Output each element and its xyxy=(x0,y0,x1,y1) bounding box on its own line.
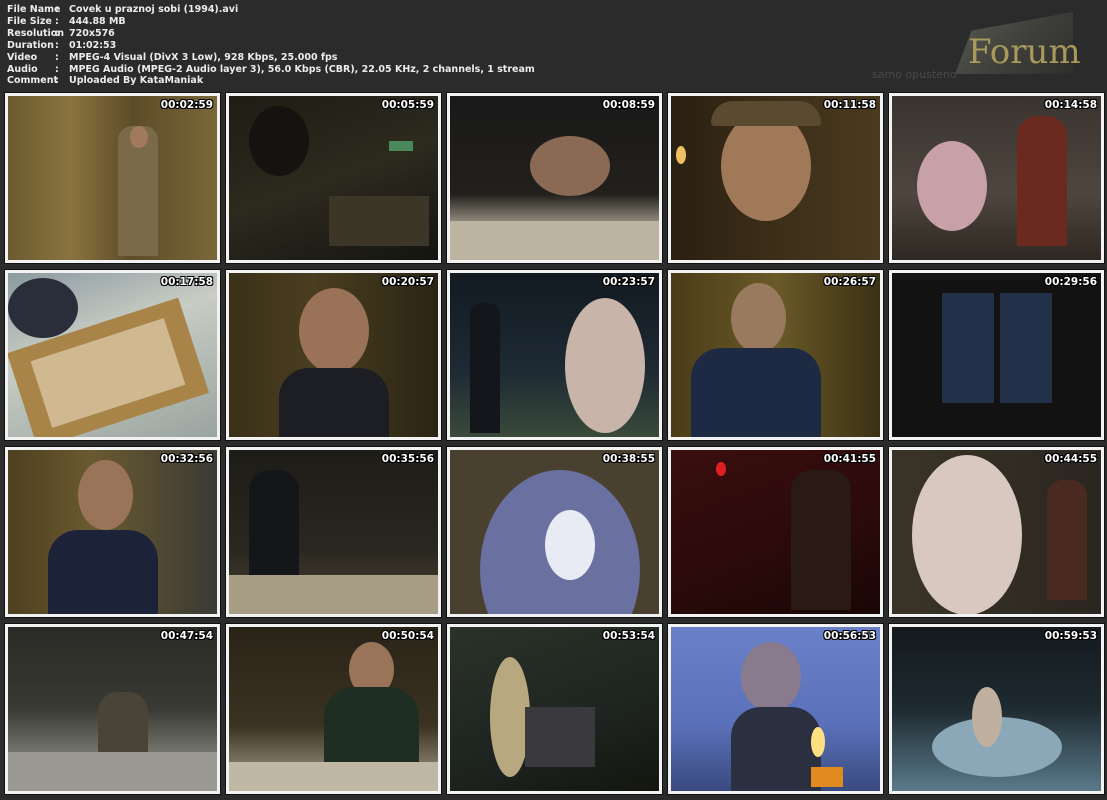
info-row-video: Video : MPEG-4 Visual (DivX 3 Low), 928 … xyxy=(7,52,535,64)
info-key: File Name xyxy=(7,4,61,15)
thumbnail-frame: 00:11:58 xyxy=(671,96,880,260)
thumbnail: 00:17:58 xyxy=(4,269,221,441)
timestamp: 00:44:55 xyxy=(1044,453,1097,465)
info-separator: : xyxy=(55,27,59,39)
info-key: Video xyxy=(7,51,38,63)
timestamp: 00:23:57 xyxy=(602,276,655,288)
info-separator: : xyxy=(55,63,59,75)
info-key: Resolution xyxy=(7,27,65,39)
info-separator: : xyxy=(55,75,59,87)
info-row-comment: Comment : Uploaded By KataManiak xyxy=(7,75,535,87)
info-value: 720x576 xyxy=(69,27,115,39)
timestamp: 00:35:56 xyxy=(381,453,434,465)
timestamp: 00:11:58 xyxy=(823,99,876,111)
info-row-filesize: File Size : 444.88 MB xyxy=(7,16,535,28)
info-key: Duration xyxy=(7,39,54,51)
timestamp: 00:17:58 xyxy=(160,276,213,288)
timestamp: 00:53:54 xyxy=(602,630,655,642)
timestamp: 00:56:53 xyxy=(823,630,876,642)
thumbnail-grid: 00:02:59 00:05:59 00:08:59 00:11:58 00:1… xyxy=(4,92,1105,795)
thumbnail-frame: 00:20:57 xyxy=(229,273,438,437)
info-separator: : xyxy=(55,51,59,63)
info-value: Uploaded By KataManiak xyxy=(69,75,204,87)
thumbnail: 00:26:57 xyxy=(667,269,884,441)
timestamp: 00:50:54 xyxy=(381,630,434,642)
thumbnail: 00:35:56 xyxy=(225,446,442,618)
thumbnail: 00:02:59 xyxy=(4,92,221,264)
thumbnail-frame: 00:14:58 xyxy=(892,96,1101,260)
thumbnail-frame: 00:02:59 xyxy=(8,96,217,260)
thumbnail: 00:23:57 xyxy=(446,269,663,441)
timestamp: 00:26:57 xyxy=(823,276,876,288)
thumbnail-frame: 00:41:55 xyxy=(671,450,880,614)
timestamp: 00:08:59 xyxy=(602,99,655,111)
thumbnail: 00:50:54 xyxy=(225,623,442,795)
info-value: 01:02:53 xyxy=(69,39,117,51)
timestamp: 00:38:55 xyxy=(602,453,655,465)
thumbnail: 00:32:56 xyxy=(4,446,221,618)
timestamp: 00:29:56 xyxy=(1044,276,1097,288)
timestamp: 00:47:54 xyxy=(160,630,213,642)
thumbnail-frame: 00:50:54 xyxy=(229,627,438,791)
info-separator: : xyxy=(55,15,59,27)
thumbnail-frame: 00:17:58 xyxy=(8,273,217,437)
thumbnail-frame: 00:29:56 xyxy=(892,273,1101,437)
thumbnail: 00:59:53 xyxy=(888,623,1105,795)
thumbnail-frame: 00:23:57 xyxy=(450,273,659,437)
thumbnail: 00:56:53 xyxy=(667,623,884,795)
thumbnail-frame: 00:59:53 xyxy=(892,627,1101,791)
info-value: 444.88 MB xyxy=(69,15,126,27)
thumbnail: 00:44:55 xyxy=(888,446,1105,618)
thumbnail: 00:20:57 xyxy=(225,269,442,441)
thumbnail-frame: 00:26:57 xyxy=(671,273,880,437)
timestamp: 00:05:59 xyxy=(381,99,434,111)
timestamp: 00:20:57 xyxy=(381,276,434,288)
info-row-resolution: Resolution : 720x576 xyxy=(7,28,535,40)
timestamp: 00:32:56 xyxy=(160,453,213,465)
info-row-filename: File Name : Covek u praznoj sobi (1994).… xyxy=(7,4,535,16)
timestamp: 00:14:58 xyxy=(1044,99,1097,111)
thumbnail-frame: 00:56:53 xyxy=(671,627,880,791)
thumbnail-frame: 00:32:56 xyxy=(8,450,217,614)
info-value: Covek u praznoj sobi (1994).avi xyxy=(69,4,239,15)
logo-subtitle: samo opusteno xyxy=(872,68,957,81)
thumbnail: 00:41:55 xyxy=(667,446,884,618)
thumbnail-frame: 00:53:54 xyxy=(450,627,659,791)
thumbnail: 00:29:56 xyxy=(888,269,1105,441)
thumbnail-frame: 00:35:56 xyxy=(229,450,438,614)
timestamp: 00:41:55 xyxy=(823,453,876,465)
info-value: MPEG-4 Visual (DivX 3 Low), 928 Kbps, 25… xyxy=(69,51,338,63)
thumbnail: 00:08:59 xyxy=(446,92,663,264)
thumbnail-frame: 00:38:55 xyxy=(450,450,659,614)
info-row-duration: Duration : 01:02:53 xyxy=(7,40,535,52)
thumbnail-frame: 00:44:55 xyxy=(892,450,1101,614)
thumbnail: 00:38:55 xyxy=(446,446,663,618)
timestamp: 00:02:59 xyxy=(160,99,213,111)
thumbnail-frame: 00:05:59 xyxy=(229,96,438,260)
logo-title: Forum xyxy=(968,32,1081,72)
timestamp: 00:59:53 xyxy=(1044,630,1097,642)
info-row-audio: Audio : MPEG Audio (MPEG-2 Audio layer 3… xyxy=(7,64,535,76)
info-key: Audio xyxy=(7,63,38,75)
forum-logo: Forum samo opusteno xyxy=(840,8,1081,88)
thumbnail: 00:53:54 xyxy=(446,623,663,795)
thumbnail-frame: 00:08:59 xyxy=(450,96,659,260)
info-separator: : xyxy=(55,39,59,51)
info-separator: : xyxy=(55,4,59,15)
info-value: MPEG Audio (MPEG-2 Audio layer 3), 56.0 … xyxy=(69,63,535,75)
thumbnail: 00:11:58 xyxy=(667,92,884,264)
thumbnail: 00:14:58 xyxy=(888,92,1105,264)
info-key: File Size xyxy=(7,15,52,27)
info-key: Comment xyxy=(7,75,59,87)
thumbnail-frame: 00:47:54 xyxy=(8,627,217,791)
thumbnail: 00:47:54 xyxy=(4,623,221,795)
thumbnail: 00:05:59 xyxy=(225,92,442,264)
file-info-panel: File Name : Covek u praznoj sobi (1994).… xyxy=(7,4,535,87)
